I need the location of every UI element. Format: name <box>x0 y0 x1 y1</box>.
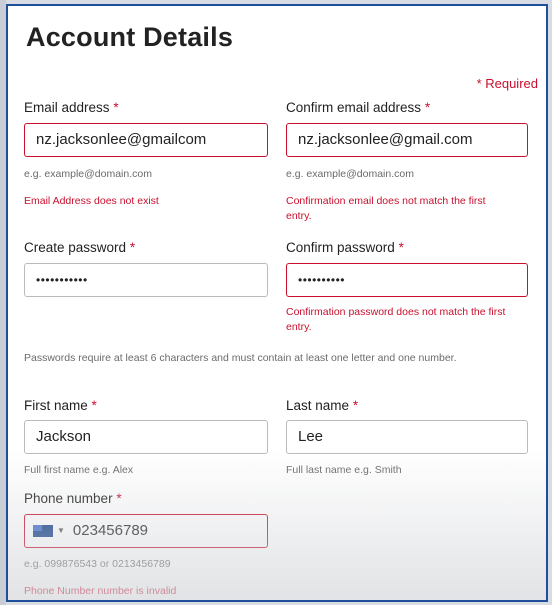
nz-flag-icon[interactable] <box>33 525 53 538</box>
last-name-label-text: Last name <box>286 398 350 413</box>
chevron-down-icon[interactable]: ▼ <box>57 515 65 547</box>
password-input[interactable]: ••••••••••• <box>24 263 268 297</box>
last-name-hint: Full last name e.g. Smith <box>286 464 402 476</box>
phone-error: Phone Number number is invalid <box>24 585 177 597</box>
confirm-password-error: Confirmation password does not match the… <box>286 305 505 335</box>
required-note: * Required <box>477 76 538 91</box>
first-name-label-text: First name <box>24 398 88 413</box>
phone-input-value: 023456789 <box>72 522 149 539</box>
account-details-panel: Account Details * Required Email address… <box>6 4 548 602</box>
last-name-required-star: * <box>352 398 359 413</box>
confirm-email-error-line1: Confirmation email does not match the fi… <box>286 195 486 207</box>
email-input[interactable]: nz.jacksonlee@gmailcom <box>24 123 268 157</box>
email-required-star: * <box>113 100 119 115</box>
confirm-email-error-line2: entry. <box>286 210 312 222</box>
last-name-label: Last name * <box>286 398 358 413</box>
required-note-text: * Required <box>476 76 538 91</box>
phone-label: Phone number * <box>24 491 122 506</box>
first-name-input[interactable]: Jackson <box>24 420 268 454</box>
phone-required-star: * <box>116 491 122 506</box>
password-required-star: * <box>129 240 136 255</box>
email-hint: e.g. example@domain.com <box>24 168 152 180</box>
password-requirements-note: Passwords require at least 6 characters … <box>24 352 457 364</box>
phone-label-text: Phone number <box>24 491 113 506</box>
confirm-password-label-text: Confirm password <box>286 240 395 255</box>
confirm-password-label: Confirm password * <box>286 240 404 255</box>
email-error: Email Address does not exist <box>24 195 159 207</box>
password-label-text: Create password <box>24 240 127 255</box>
email-label: Email address * <box>24 100 119 115</box>
confirm-email-hint: e.g. example@domain.com <box>286 168 414 180</box>
confirm-password-required-star: * <box>398 240 404 255</box>
page-title: Account Details <box>26 22 234 52</box>
confirm-email-input[interactable]: nz.jacksonlee@gmail.com <box>286 123 528 157</box>
first-name-label: First name * <box>24 398 97 413</box>
confirm-password-error-line1: Confirmation password does not match the… <box>286 306 506 318</box>
confirm-password-input[interactable]: •••••••••• <box>286 263 528 297</box>
phone-input[interactable]: ▼ 023456789 <box>24 514 268 548</box>
email-label-text: Email address <box>24 100 110 115</box>
phone-hint: e.g. 099876543 or 0213456789 <box>24 558 171 570</box>
confirm-email-required-star: * <box>424 100 431 115</box>
confirm-email-label: Confirm email address * <box>286 100 430 115</box>
confirm-email-error: Confirmation email does not match the fi… <box>286 194 486 224</box>
confirm-password-error-line2: entry. <box>286 321 312 333</box>
confirm-email-label-text: Confirm email address <box>286 100 422 115</box>
password-label: Create password * <box>24 240 135 255</box>
first-name-hint: Full first name e.g. Alex <box>24 464 134 476</box>
first-name-required-star: * <box>91 398 97 413</box>
last-name-input[interactable]: Lee <box>286 420 528 454</box>
